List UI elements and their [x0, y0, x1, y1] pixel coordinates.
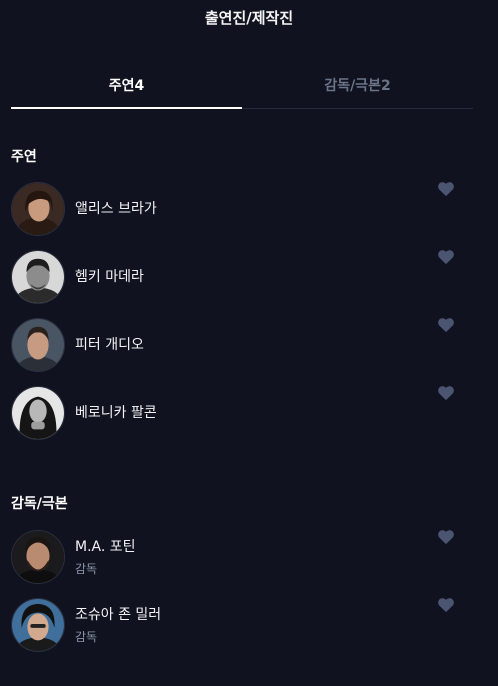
list-item[interactable]: 조슈아 존 밀러 감독 [11, 597, 473, 653]
section-title-cast: 주연 [11, 149, 37, 165]
heart-icon[interactable] [437, 385, 455, 401]
tab-director-writer[interactable]: 감독/극본2 [242, 66, 473, 108]
avatar [11, 182, 65, 236]
tab-main-cast[interactable]: 주연4 [11, 66, 242, 109]
avatar [11, 598, 65, 652]
section-title-crew: 감독/극본 [11, 496, 68, 512]
heart-icon[interactable] [437, 317, 455, 333]
person-role: 감독 [75, 562, 98, 576]
page-title: 출연진/제작진 [204, 9, 294, 27]
person-name: 조슈아 존 밀러 [75, 607, 162, 623]
person-name: 베로니카 팔콘 [75, 405, 157, 421]
heart-icon[interactable] [437, 181, 455, 197]
person-name: 헴키 마데라 [75, 269, 144, 285]
heart-icon[interactable] [437, 249, 455, 265]
list-item[interactable]: 베로니카 팔콘 [11, 385, 473, 441]
list-item[interactable]: 앨리스 브라가 [11, 181, 473, 237]
avatar [11, 386, 65, 440]
tab-bar: 주연4 감독/극본2 [11, 66, 473, 109]
person-name: 앨리스 브라가 [75, 201, 157, 217]
avatar [11, 318, 65, 372]
person-role: 감독 [75, 630, 98, 644]
person-name: 피터 개디오 [75, 337, 144, 353]
list-item[interactable]: 피터 개디오 [11, 317, 473, 373]
heart-icon[interactable] [437, 597, 455, 613]
avatar [11, 250, 65, 304]
person-name: M.A. 포틴 [75, 539, 136, 555]
heart-icon[interactable] [437, 529, 455, 545]
list-item[interactable]: 헴키 마데라 [11, 249, 473, 305]
list-item[interactable]: M.A. 포틴 감독 [11, 529, 473, 585]
avatar [11, 530, 65, 584]
